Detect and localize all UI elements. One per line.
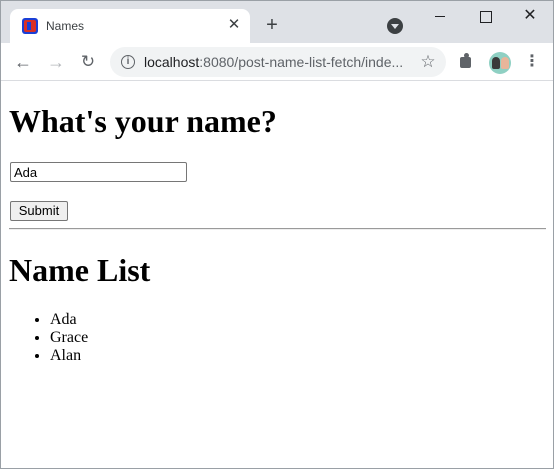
list-item: Alan <box>50 347 88 365</box>
name-input[interactable] <box>10 162 187 182</box>
reload-icon[interactable]: ↻ <box>77 51 99 73</box>
browser-toolbar: ← → ↻ i localhost:8080/post-name-list-fe… <box>1 43 553 81</box>
list-item: Grace <box>50 329 88 347</box>
tab-strip: Names ✕ + ✕ <box>1 1 553 43</box>
url-text[interactable]: localhost:8080/post-name-list-fetch/inde… <box>144 54 414 70</box>
page-content: What's your name? Submit Name List Ada G… <box>1 82 553 468</box>
minimize-button[interactable] <box>429 5 451 27</box>
name-list-heading: Name List <box>9 252 151 288</box>
app-favicon-icon <box>22 18 38 34</box>
name-list: Ada Grace Alan <box>50 311 88 365</box>
new-tab-button[interactable]: + <box>261 14 283 36</box>
maximize-button[interactable] <box>474 5 496 27</box>
forward-arrow-icon[interactable]: → <box>45 51 67 73</box>
address-bar[interactable]: i localhost:8080/post-name-list-fetch/in… <box>110 47 446 77</box>
url-host: localhost <box>144 54 200 70</box>
submit-button[interactable]: Submit <box>10 201 68 221</box>
browser-window: Names ✕ + ✕ ← → ↻ i localhost:8080/post-… <box>0 0 554 469</box>
divider <box>9 228 546 230</box>
info-icon[interactable]: i <box>121 55 135 69</box>
tab-close-icon[interactable]: ✕ <box>224 15 244 35</box>
kebab-menu-icon[interactable]: ⋮ <box>522 52 542 72</box>
list-item: Ada <box>50 311 88 329</box>
tab-names[interactable]: Names ✕ <box>10 9 250 43</box>
window-close-button[interactable]: ✕ <box>519 5 541 27</box>
bookmark-star-icon[interactable]: ☆ <box>418 52 438 72</box>
tab-search-icon[interactable] <box>387 18 403 34</box>
tab-title: Names <box>46 19 85 33</box>
profile-avatar[interactable] <box>489 52 511 74</box>
back-arrow-icon[interactable]: ← <box>12 51 34 73</box>
extensions-puzzle-icon[interactable] <box>457 52 477 72</box>
page-heading: What's your name? <box>9 103 277 139</box>
url-path: :8080/post-name-list-fetch/inde... <box>199 54 404 70</box>
